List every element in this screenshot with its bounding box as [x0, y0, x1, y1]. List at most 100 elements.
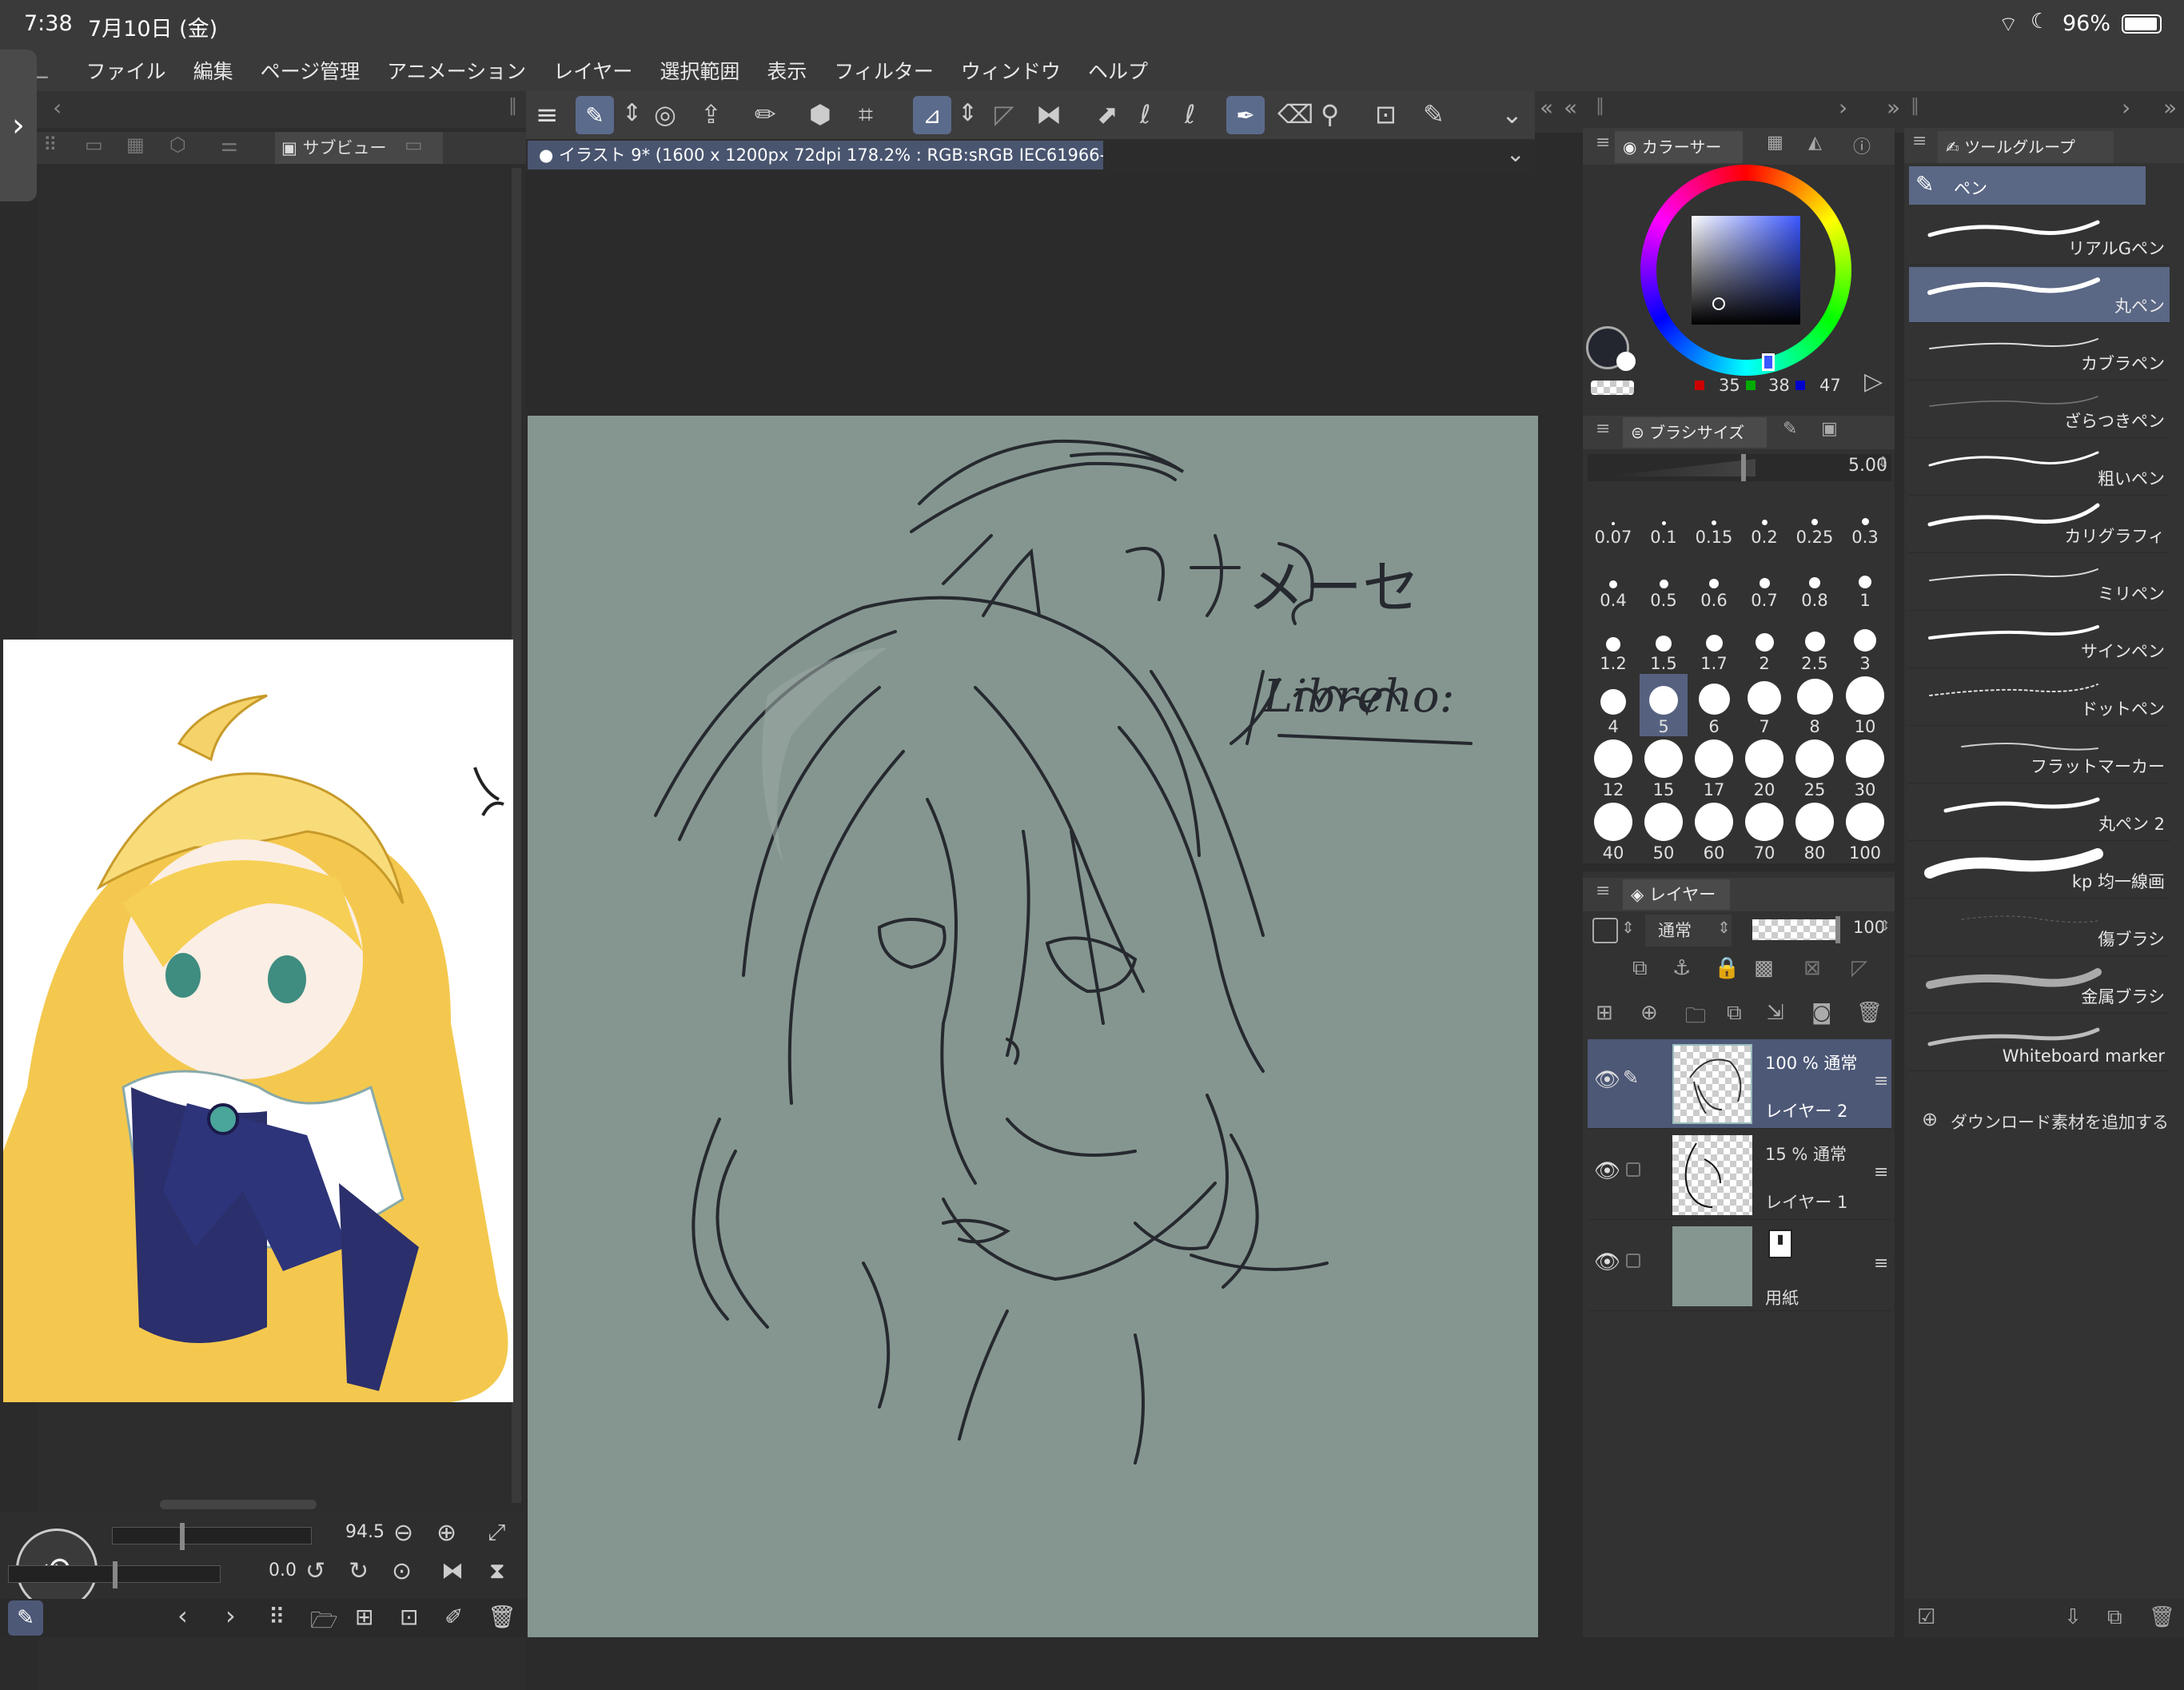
fit-icon[interactable]: ⤢ [488, 1519, 505, 1546]
drawing-canvas[interactable]: メーセ Libreho: [528, 416, 1538, 1637]
chevron-down-icon[interactable]: ⌄ [1501, 99, 1523, 130]
crop-icon[interactable]: ⌗ [859, 99, 873, 130]
menu-page[interactable]: ページ管理 [261, 56, 361, 85]
navigator-tab-icon[interactable]: ▭ [85, 134, 103, 156]
trash-icon[interactable]: 🗑 [488, 1604, 516, 1630]
color-sv-square[interactable] [1692, 216, 1800, 325]
expand-right-2-icon[interactable]: » [2163, 94, 2177, 121]
menu-layer[interactable]: レイヤー [553, 56, 632, 85]
brush-item[interactable]: カリグラフィ [1909, 497, 2170, 553]
document-tab[interactable]: ● イラスト 9* (1600 x 1200px 72dpi 178.2% : … [528, 141, 1103, 169]
eye-icon[interactable]: 👁 [1594, 1159, 1620, 1183]
grid-view-icon[interactable]: ⠿ [269, 1604, 285, 1630]
brush-size-option[interactable]: 10 [1841, 674, 1889, 736]
copy-layer-icon[interactable]: ⧉ [1727, 1001, 1742, 1026]
brush-size-option[interactable]: 4 [1589, 674, 1637, 736]
zoom-in-icon[interactable]: ⊕ [436, 1519, 456, 1547]
transparent-swatch[interactable] [1591, 381, 1634, 395]
layer-checkbox[interactable] [1626, 1254, 1640, 1268]
spiral-icon[interactable]: ◎ [654, 99, 676, 130]
updown-icon[interactable]: ⇕ [622, 99, 642, 127]
clip-icon[interactable]: ⧉ [1632, 956, 1648, 981]
rotate-slider[interactable] [8, 1561, 221, 1588]
brush-size-option[interactable]: 0.7 [1740, 548, 1788, 610]
drag-handle-2-icon[interactable]: ‖ [1596, 96, 1604, 116]
brush-size-option[interactable]: 0.15 [1690, 484, 1738, 547]
brush-item[interactable]: カブラペン [1909, 325, 2170, 381]
grid-icon[interactable]: ⠿ [43, 134, 58, 156]
download-icon[interactable]: ⇩ [2064, 1605, 2082, 1629]
brush-size-slider-thumb[interactable] [1741, 454, 1746, 481]
stepper-4-icon[interactable]: ⇕ [1879, 918, 1891, 935]
info-icon[interactable]: ⓘ [1853, 133, 1871, 158]
chevron-right-icon[interactable]: › [1839, 94, 1847, 121]
brush-size-option[interactable]: 1 [1841, 548, 1889, 610]
brush-size-option[interactable]: 0.2 [1740, 484, 1788, 547]
stepper-3-icon[interactable]: ⇕ [1717, 918, 1731, 937]
drag-handle-icon[interactable]: ‖ [508, 96, 517, 116]
material-tab-icon[interactable]: ▦ [126, 134, 145, 156]
next-icon[interactable]: › [225, 1600, 236, 1631]
menu-file[interactable]: ファイル [86, 56, 166, 85]
brush-size-option[interactable]: 0.25 [1791, 484, 1839, 547]
tab-layer[interactable]: ◈ レイヤー [1623, 879, 1730, 910]
layer-menu-icon[interactable]: ≡ [1874, 1162, 1888, 1182]
select-arrow-icon[interactable]: ⬈ [1097, 99, 1118, 130]
brush-item[interactable]: kp 均一線画 [1909, 843, 2170, 899]
menu-edit[interactable]: 編集 [193, 56, 233, 85]
layer-menu-icon[interactable]: ≡ [1874, 1071, 1888, 1091]
color-set-tab-icon[interactable]: ▦ [1767, 133, 1783, 153]
open-folder-icon[interactable]: 🗁 [310, 1604, 338, 1642]
brush-size-option[interactable]: 12 [1589, 737, 1637, 799]
pen-tool-icon[interactable]: ✎ [8, 1600, 43, 1636]
camera-icon[interactable]: ⊡ [400, 1604, 418, 1630]
brush-size-option[interactable]: 0.8 [1791, 548, 1839, 610]
brush-size-option[interactable]: 30 [1841, 737, 1889, 799]
stepper-icon[interactable]: ⇕ [1877, 454, 1889, 471]
rotate-slider-thumb[interactable] [113, 1561, 118, 1588]
new-raster-layer-icon[interactable]: ⊞ [1596, 1001, 1613, 1025]
eye-icon[interactable]: 👁 [1594, 1068, 1620, 1092]
chevron-right-2-icon[interactable]: › [2122, 94, 2130, 121]
brush-size-option[interactable]: 0.1 [1640, 484, 1688, 547]
brush-size-option[interactable]: 7 [1740, 674, 1788, 736]
layer-color-icon[interactable] [1592, 918, 1618, 943]
brush-size-option[interactable]: 100 [1841, 800, 1889, 863]
lock-transparency-icon[interactable]: ▩ [1754, 956, 1774, 980]
eraser-icon[interactable]: ⌫ [1277, 99, 1313, 130]
menu-window[interactable]: ウィンドウ [961, 56, 1061, 85]
brush-size-option[interactable]: 3 [1841, 611, 1889, 673]
panel-menu-2-icon[interactable]: ≡ [1596, 419, 1610, 439]
brush-item[interactable]: ざらつきペン [1909, 382, 2170, 438]
mask-disabled-icon[interactable]: ⊠ [1803, 956, 1821, 980]
brush-item[interactable]: ドットペン [1909, 670, 2170, 726]
menu-help[interactable]: ヘルプ [1088, 56, 1148, 85]
tool-pen-selected[interactable]: ✒ [1226, 96, 1265, 134]
brush-item[interactable]: ミリペン [1909, 555, 2170, 611]
panel-menu-3-icon[interactable]: ≡ [1596, 881, 1610, 901]
color-play-icon[interactable]: ▷ [1864, 368, 1883, 396]
brush-size-option[interactable]: 5 [1640, 674, 1688, 736]
layer-opacity-thumb[interactable] [1835, 916, 1840, 943]
add-material-link[interactable]: ⊕ ダウンロード素材を追加する [1919, 1108, 2174, 1132]
collapse-left-2-icon[interactable]: « [1564, 94, 1577, 121]
rotate-left-icon[interactable]: ↺ [305, 1557, 325, 1585]
sub-color-swatch[interactable] [1616, 352, 1636, 371]
layer-row-paper[interactable]: 👁 ▮ 用紙 ≡ [1588, 1222, 1891, 1311]
new-folder-icon[interactable]: 🗀 [1685, 1001, 1706, 1036]
cube-icon[interactable]: ⬢ [809, 99, 831, 130]
brush-size-option[interactable]: 8 [1791, 674, 1839, 736]
drag-handle-3-icon[interactable]: ‖ [1911, 96, 1919, 116]
edit-icon[interactable]: ✐ [444, 1604, 463, 1630]
brush-size-option[interactable]: 2 [1740, 611, 1788, 673]
edit-lock-pen-icon[interactable]: ✎ [1623, 1066, 1639, 1089]
brush-size-option[interactable]: 40 [1589, 800, 1637, 863]
tab-menu-chevron-icon[interactable]: ⌄ [1506, 141, 1524, 167]
brush-size-option[interactable]: 1.7 [1690, 611, 1738, 673]
menu-filter[interactable]: フィルター [834, 56, 934, 85]
brush-size-option[interactable]: 70 [1740, 800, 1788, 863]
tab-brush-size[interactable]: ⊜ ブラシサイズ [1623, 417, 1767, 448]
hamburger-menu-icon[interactable]: ≡ [536, 99, 559, 131]
brush-size-option[interactable]: 80 [1791, 800, 1839, 863]
lasso-2-icon[interactable]: ℓ [1185, 99, 1195, 130]
